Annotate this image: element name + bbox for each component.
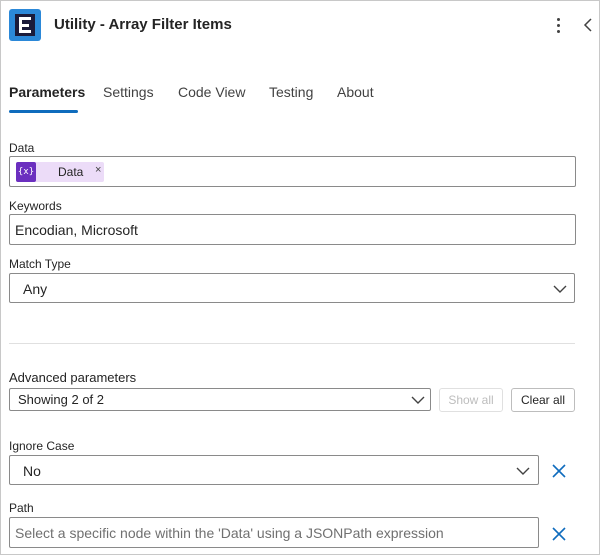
match-type-dropdown[interactable]: Any: [9, 273, 575, 303]
encodian-logo-icon: [9, 9, 41, 41]
panel-header: Utility - Array Filter Items: [1, 1, 599, 51]
section-divider: [9, 343, 575, 344]
data-label: Data: [9, 141, 35, 155]
match-type-value: Any: [23, 281, 48, 297]
match-type-label: Match Type: [9, 257, 71, 271]
ignore-case-value: No: [23, 463, 41, 479]
expression-icon: {x}: [16, 162, 36, 182]
tab-code-view[interactable]: Code View: [178, 81, 245, 103]
tab-parameters[interactable]: Parameters: [9, 81, 85, 103]
keywords-value: Encodian, Microsoft: [15, 222, 138, 238]
path-placeholder: Select a specific node within the 'Data'…: [15, 525, 444, 541]
data-input[interactable]: {x} Data ×: [9, 156, 576, 187]
more-vertical-icon[interactable]: [551, 15, 567, 35]
advanced-parameters-dropdown[interactable]: Showing 2 of 2: [9, 388, 431, 411]
tab-settings[interactable]: Settings: [103, 81, 154, 103]
keywords-label: Keywords: [9, 199, 62, 213]
tab-testing[interactable]: Testing: [269, 81, 313, 103]
token-remove-icon[interactable]: ×: [95, 164, 101, 176]
path-label: Path: [9, 501, 34, 515]
remove-parameter-icon[interactable]: [551, 526, 567, 542]
chevron-down-icon: [553, 285, 567, 293]
action-panel: Utility - Array Filter Items Parameters …: [0, 0, 600, 555]
panel-title: Utility - Array Filter Items: [54, 16, 232, 33]
remove-parameter-icon[interactable]: [551, 463, 567, 479]
chevron-down-icon: [516, 467, 530, 475]
path-input[interactable]: Select a specific node within the 'Data'…: [9, 517, 539, 548]
active-tab-indicator: [9, 110, 78, 113]
advanced-parameters-label: Advanced parameters: [9, 370, 137, 385]
token-label: Data: [58, 165, 84, 179]
show-all-button[interactable]: Show all: [439, 388, 503, 412]
chevron-down-icon: [411, 396, 425, 404]
advanced-parameters-value: Showing 2 of 2: [18, 392, 105, 407]
clear-all-button[interactable]: Clear all: [511, 388, 575, 412]
chevron-left-icon[interactable]: [581, 15, 595, 35]
data-token[interactable]: {x} Data ×: [16, 162, 104, 182]
ignore-case-dropdown[interactable]: No: [9, 455, 539, 485]
ignore-case-label: Ignore Case: [9, 439, 75, 453]
tab-about[interactable]: About: [337, 81, 374, 103]
keywords-input[interactable]: Encodian, Microsoft: [9, 214, 576, 245]
